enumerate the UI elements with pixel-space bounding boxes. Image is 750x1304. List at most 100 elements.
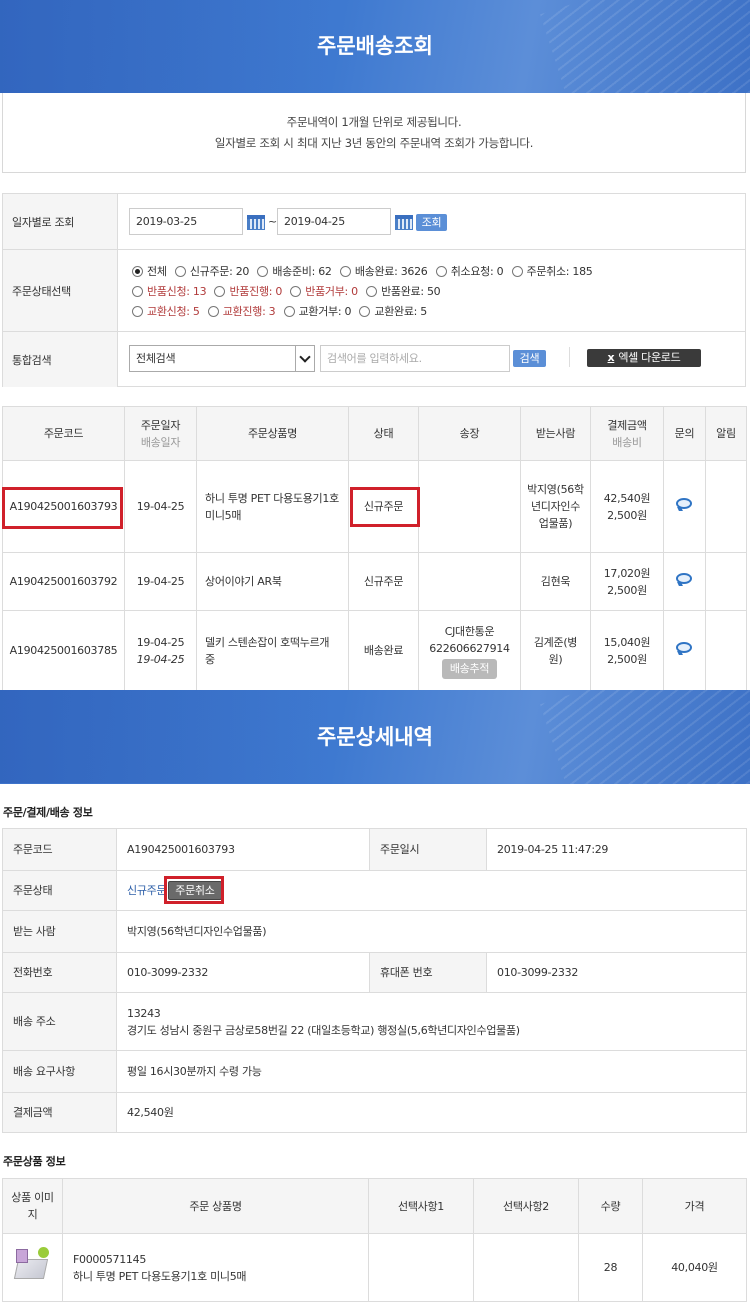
calendar-icon[interactable] [247,215,265,230]
chat-icon[interactable] [675,572,694,586]
table-row[interactable]: A190425001603792 19-04-25 상어이야기 AR북 신규주문… [2,552,747,611]
status-radio[interactable]: 반품진행: 0 [214,283,282,299]
col-header-receiver: 받는사람 [520,406,591,461]
product-code: F0000571145 [73,1252,147,1266]
product-thumbnail[interactable] [13,1245,52,1285]
radio-icon [339,266,351,277]
status-radio[interactable]: 배송준비: 62 [257,263,332,279]
table-header-row: 주문코드 주문일자 배송일자 주문상품명 상태 송장 받는사람 결제금액 배송비 문… [2,406,747,461]
alert-cell [705,552,747,611]
search-scope-select[interactable]: 전체검색 [129,345,315,372]
col-header-name: 주문 상품명 [62,1178,369,1234]
col-header-amount-label: 결제금액 [607,418,647,432]
col-header-price: 가격 [642,1178,747,1234]
col-header-status: 상태 [348,406,419,461]
status-radio[interactable]: 신규주문: 20 [174,263,249,279]
radio-icon [214,286,226,297]
status-radio[interactable]: 반품완료: 50 [366,283,441,299]
calendar-icon[interactable] [395,215,413,230]
detail-status-label: 주문상태 [2,870,117,911]
status-radio[interactable]: 교환완료: 5 [359,303,427,319]
status-radio[interactable]: 배송완료: 3626 [339,263,428,279]
search-scope-value: 전체검색 [136,352,176,365]
search-button[interactable]: 검색 [513,350,546,367]
track-delivery-button[interactable]: 배송추적 [441,658,498,679]
order-product[interactable]: 델키 스텐손잡이 호떡누르개 중 [196,610,349,691]
status-radio[interactable]: 반품신청: 13 [132,283,207,299]
order-invoice [418,460,521,553]
product-price: 40,040원 [642,1233,747,1302]
search-placeholder: 검색어를 입력하세요. [327,352,422,365]
order-date: 19-04-25 19-04-25 [124,610,197,691]
product-option1 [368,1233,474,1302]
order-date: 19-04-25 [124,460,197,553]
radio-icon [132,286,143,297]
col-header-image: 상품 이미지 [2,1178,63,1234]
order-code[interactable]: A190425001603785 [2,610,125,691]
chat-icon[interactable] [675,641,694,655]
status-radio[interactable]: 교환거부: 0 [283,303,351,319]
notice-line-1: 주문내역이 1개월 단위로 제공됩니다. [286,115,462,129]
detail-section-title: 주문/결제/배송 정보 [3,806,93,819]
product-name[interactable]: 하니 투명 PET 다용도용기1호 미니5매 [73,1268,368,1285]
shipping-value: 2,500원 [607,508,647,522]
chat-icon[interactable] [675,497,694,511]
col-header-shipping-label: 배송비 [612,435,642,449]
order-code[interactable]: A190425001603792 [2,552,125,611]
inquiry-cell [663,610,706,691]
carrier-name: CJ대한통운 [444,624,495,638]
order-product[interactable]: 하니 투명 PET 다용도용기1호 미니5매 [196,460,349,553]
status-radio[interactable]: 주문취소: 185 [511,263,593,279]
date-from-input[interactable]: 2019-03-25 [129,208,243,235]
date-filter-row: 일자별로 조회 2019-03-25 ~ 2019-04-25 조회 [3,194,745,250]
detail-status-cell: 신규주문 주문취소 [116,870,747,911]
status-radio-line-2: 반품신청: 13 반품진행: 0 반품거부: 0 반품완료: 50 [132,283,445,299]
excel-download-button[interactable]: x 엑셀 다운로드 [587,349,701,367]
detail-title: 주문상세내역 [317,725,433,749]
order-date-value: 19-04-25 [136,635,185,649]
product-image-cell [2,1233,63,1302]
order-amount: 17,020원 2,500원 [590,552,664,611]
order-status: 신규주문 [348,552,419,611]
status-filter-label: 주문상태선택 [3,250,118,331]
divider [569,347,570,367]
search-keyword-input[interactable]: 검색어를 입력하세요. [320,345,510,372]
order-code[interactable]: A190425001603793 [2,460,125,553]
order-status: 신규주문 [348,460,419,553]
inquiry-cell [663,460,706,553]
status-radio[interactable]: 교환신청: 5 [132,303,200,319]
detail-amount-value: 42,540원 [116,1092,747,1133]
order-list-table: 주문코드 주문일자 배송일자 주문상품명 상태 송장 받는사람 결제금액 배송비 문… [2,406,747,691]
table-row[interactable]: A190425001603793 19-04-25 하니 투명 PET 다용도용… [2,460,747,553]
radio-icon [359,306,371,317]
status-radio[interactable]: 교환진행: 3 [207,303,276,319]
order-product[interactable]: 상어이야기 AR북 [196,552,349,611]
product-qty: 28 [578,1233,643,1302]
col-header-option2: 선택사항2 [473,1178,579,1234]
col-header-date-label: 주문일자 [140,418,181,432]
detail-request-label: 배송 요구사항 [2,1050,117,1093]
status-radio[interactable]: 반품거부: 0 [290,283,358,299]
detail-code-label: 주문코드 [2,828,117,871]
products-section-title: 주문상품 정보 [3,1155,66,1168]
table-row[interactable]: A190425001603785 19-04-25 19-04-25 델키 스텐손… [2,610,747,691]
col-header-invoice: 송장 [418,406,521,461]
detail-address: 경기도 성남시 중원구 금상로58번길 22 (대일초등학교) 행정실(5,6학… [127,1023,520,1037]
date-to-input[interactable]: 2019-04-25 [277,208,391,235]
excel-x-icon: x [607,351,615,364]
cancel-order-button[interactable]: 주문취소 [168,881,222,900]
detail-phone-value: 010-3099-2332 [116,952,370,993]
alert-cell [705,610,747,691]
order-detail-table: 주문코드 A190425001603793 주문일시 2019-04-25 11… [2,828,747,1133]
invoice-number: 622606627914 [429,641,510,655]
status-radio[interactable]: 취소요청: 0 [435,263,504,279]
order-receiver: 박지영(56학년디자인수업물품) [520,460,591,553]
status-radio-line-1: 전체 신규주문: 20 배송준비: 62 배송완료: 3626 취소요청: 0 … [132,263,597,279]
order-invoice [418,552,521,611]
radio-icon [257,266,269,277]
detail-address-label: 배송 주소 [2,992,117,1051]
status-radio[interactable]: 전체 [132,263,167,279]
date-search-button[interactable]: 조회 [416,214,447,231]
radio-icon [435,266,447,277]
detail-status-value: 신규주문 [127,884,167,897]
